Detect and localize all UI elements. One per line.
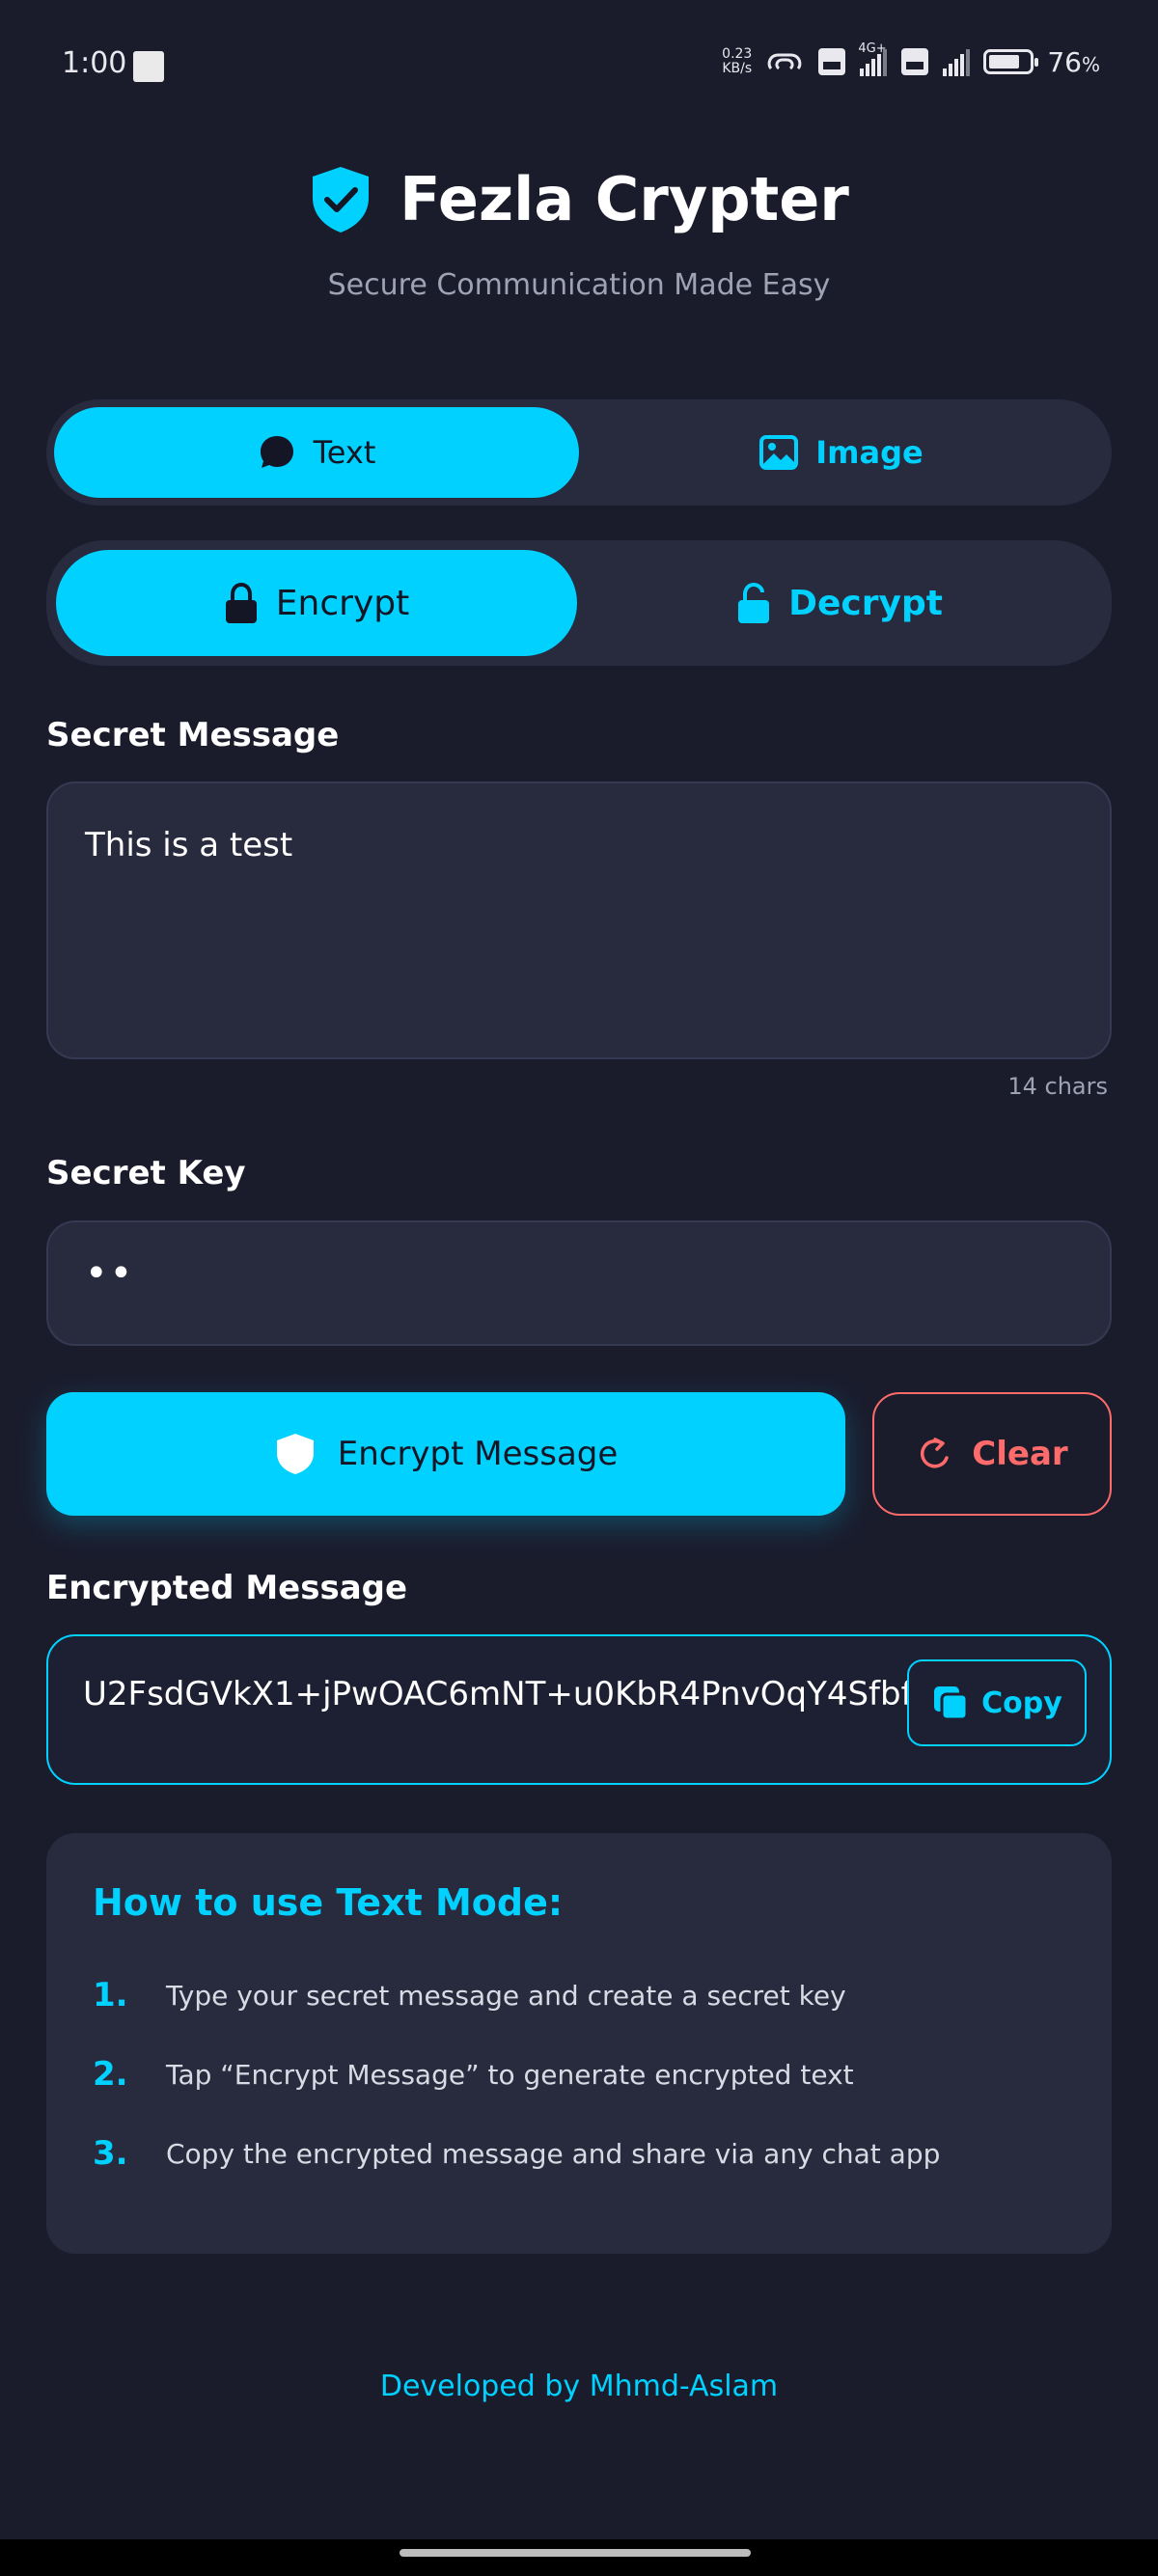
tab-decrypt-label: Decrypt <box>788 583 943 623</box>
howto-step: 1. Type your secret message and create a… <box>93 1976 846 2014</box>
step-text: Copy the encrypted message and share via… <box>166 2137 941 2170</box>
signal-2 <box>943 47 971 76</box>
battery-percent: 76% <box>1047 45 1100 78</box>
step-number: 1. <box>93 1976 128 2014</box>
secret-message-value: This is a test <box>85 826 293 864</box>
home-indicator[interactable] <box>400 2549 751 2557</box>
encrypt-message-button[interactable]: Encrypt Message <box>46 1392 845 1516</box>
app-title: Fezla Crypter <box>400 164 849 234</box>
encrypted-message-label: Encrypted Message <box>46 1569 408 1607</box>
unlock-icon <box>738 582 770 623</box>
refresh-icon <box>921 1438 950 1468</box>
network-speed: 0.23 KB/s <box>722 47 752 76</box>
volte-icon-2 <box>901 48 929 75</box>
howto-step: 3. Copy the encrypted message and share … <box>93 2134 940 2173</box>
developer-credit-link[interactable]: Developed by Mhmd-Aslam <box>0 2370 1158 2403</box>
step-text: Tap “Encrypt Message” to generate encryp… <box>166 2058 854 2091</box>
battery-icon <box>983 49 1039 74</box>
image-icon <box>759 435 799 470</box>
secret-key-label: Secret Key <box>46 1154 246 1192</box>
clear-button[interactable]: Clear <box>872 1392 1112 1516</box>
status-time: 1:00 <box>62 46 127 80</box>
chat-bubble-icon <box>260 436 293 468</box>
encrypt-message-label: Encrypt Message <box>337 1435 619 1473</box>
notification-icon <box>133 51 164 82</box>
volte-icon <box>818 48 846 75</box>
network-speed-value: 0.23 <box>722 46 753 62</box>
app-subtitle: Secure Communication Made Easy <box>327 268 831 302</box>
howto-step: 2. Tap “Encrypt Message” to generate enc… <box>93 2055 854 2094</box>
status-icons: 0.23 KB/s 4G+ 76% <box>722 41 1100 81</box>
secret-message-input[interactable]: This is a test <box>46 781 1112 1059</box>
char-count: 14 chars <box>1007 1073 1108 1100</box>
secret-key-value: •• <box>85 1251 135 1296</box>
tab-image[interactable]: Image <box>579 407 1104 498</box>
tab-text-label: Text <box>313 434 376 471</box>
step-number: 2. <box>93 2055 128 2094</box>
step-number: 3. <box>93 2134 128 2173</box>
howto-title: How to use Text Mode: <box>93 1881 564 1924</box>
tab-encrypt[interactable]: Encrypt <box>56 550 577 656</box>
lock-icon <box>225 582 257 623</box>
copy-icon <box>934 1686 969 1721</box>
secret-message-label: Secret Message <box>46 716 340 754</box>
action-toggle: Encrypt Decrypt <box>46 540 1112 666</box>
tab-image-label: Image <box>815 434 924 471</box>
hotspot-icon <box>767 53 802 70</box>
tab-text[interactable]: Text <box>54 407 579 498</box>
signal-1: 4G+ <box>858 41 888 76</box>
clear-label: Clear <box>972 1435 1068 1473</box>
copy-button[interactable]: Copy <box>907 1659 1087 1746</box>
network-speed-unit: KB/s <box>722 61 753 76</box>
secret-key-input[interactable]: •• <box>46 1220 1112 1346</box>
network-type-label: 4G+ <box>858 41 887 56</box>
mode-toggle: Text Image <box>46 399 1112 506</box>
tab-decrypt[interactable]: Decrypt <box>577 550 1102 656</box>
step-text: Type your secret message and create a se… <box>166 1979 846 2012</box>
tab-encrypt-label: Encrypt <box>275 583 410 623</box>
encrypted-message-value: U2FsdGVkX1+jPwOAC6mNT+u0KbR4PnvOqY4Sfbf5… <box>83 1675 977 1713</box>
shield-icon <box>276 1434 314 1474</box>
navigation-bar <box>0 2539 1158 2576</box>
shield-check-icon <box>313 166 370 233</box>
howto-card: How to use Text Mode: 1. Type your secre… <box>46 1833 1112 2254</box>
encrypted-message-output[interactable]: U2FsdGVkX1+jPwOAC6mNT+u0KbR4PnvOqY4Sfbf5… <box>46 1634 1112 1785</box>
app-header: Fezla Crypter <box>0 164 1158 234</box>
copy-label: Copy <box>981 1685 1062 1720</box>
